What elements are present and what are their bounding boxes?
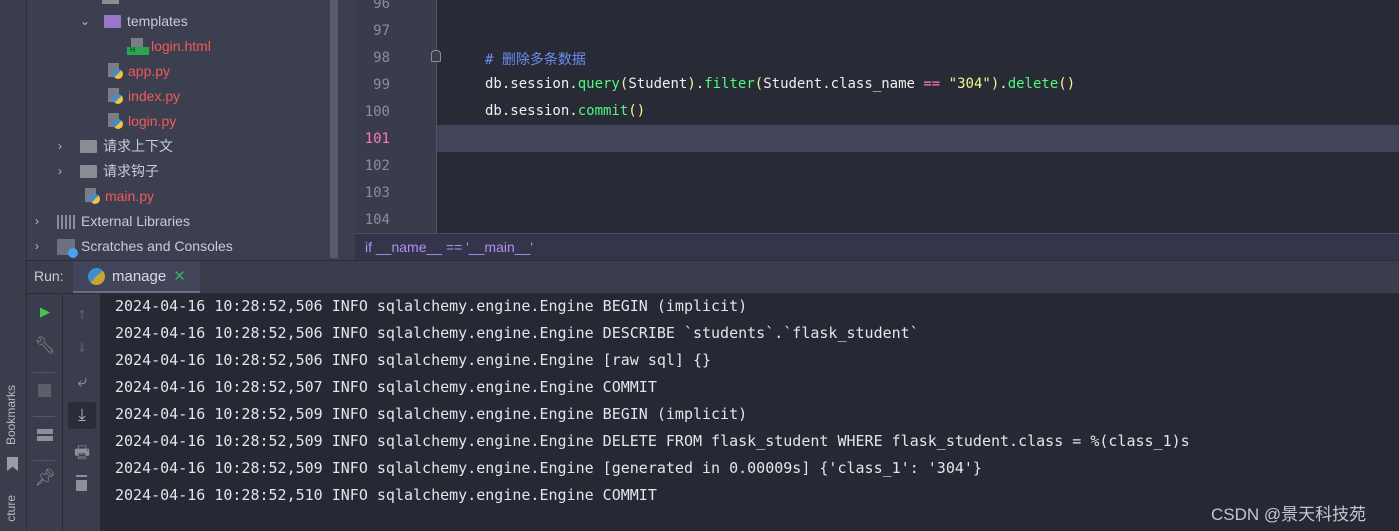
tree-item-scratches[interactable]: › Scratches and Consoles — [35, 234, 233, 259]
folder-icon — [80, 140, 97, 153]
line-gutter: 96 97 98 99 100 101 102 103 104 — [355, 0, 441, 233]
wrench-icon[interactable]: 🔧︎ — [30, 336, 60, 356]
current-line-highlight — [355, 125, 1399, 152]
breadcrumb[interactable]: if __name__ == '__main__' — [355, 233, 1399, 260]
html-file-icon — [127, 38, 149, 55]
python-file-icon — [106, 113, 123, 130]
code-comment: # 删除多条数据 — [485, 52, 586, 68]
python-file-icon — [106, 88, 123, 105]
rerun-play-icon[interactable]: ▶ — [30, 302, 60, 322]
scratches-clock-icon — [57, 238, 78, 258]
console-line: 2024-04-16 10:28:52,509 INFO sqlalchemy.… — [115, 405, 748, 423]
bookmark-icon — [7, 457, 18, 471]
console-toolbar: ↑ ↓ ⤶ ⤓ 🖶︎ — [63, 294, 100, 531]
folder-icon — [80, 165, 97, 178]
stop-icon[interactable] — [38, 384, 51, 397]
console-line: 2024-04-16 10:28:52,509 INFO sqlalchemy.… — [115, 459, 982, 477]
arrow-down-icon[interactable]: ↓ — [67, 337, 97, 357]
folder-icon — [104, 15, 121, 28]
close-icon[interactable]: ✕ — [173, 267, 186, 285]
libraries-icon — [57, 214, 75, 229]
watermark: CSDN @景天科技苑 — [1211, 505, 1367, 524]
fold-icon[interactable] — [431, 50, 441, 62]
left-tool-strip: Bookmarks cture — [0, 0, 27, 531]
scroll-to-end-button[interactable]: ⤓ — [68, 402, 96, 429]
console-line: 2024-04-16 10:28:52,510 INFO sqlalchemy.… — [115, 486, 657, 504]
console-line: 2024-04-16 10:28:52,506 INFO sqlalchemy.… — [115, 297, 748, 315]
chevron-right-icon[interactable]: › — [35, 234, 49, 259]
tree-item-templates[interactable]: ⌄ templates — [80, 9, 188, 34]
python-file-icon — [83, 188, 100, 205]
pin-icon[interactable]: 📌︎ — [30, 468, 60, 488]
print-icon[interactable]: 🖶︎ — [67, 440, 97, 469]
tree-scrollbar[interactable] — [330, 0, 338, 258]
tree-item-index-py[interactable]: index.py — [106, 84, 180, 109]
console-line: 2024-04-16 10:28:52,506 INFO sqlalchemy.… — [115, 351, 712, 369]
python-icon — [88, 267, 105, 285]
code-line-99: db.session.query(Student).filter(Student… — [485, 76, 1076, 92]
arrow-up-icon[interactable]: ↑ — [67, 304, 97, 324]
project-tree: ⌄templates login.html app.py index.py lo… — [27, 0, 355, 260]
console-line: 2024-04-16 10:28:52,507 INFO sqlalchemy.… — [115, 378, 657, 396]
chevron-down-icon[interactable]: ⌄ — [80, 9, 94, 34]
console-line: 2024-04-16 10:28:52,509 INFO sqlalchemy.… — [115, 432, 1190, 450]
tree-item-login-py[interactable]: login.py — [106, 109, 176, 134]
chevron-right-icon[interactable]: › — [35, 209, 49, 234]
console-line: 2024-04-16 10:28:52,506 INFO sqlalchemy.… — [115, 324, 919, 342]
soft-wrap-icon[interactable]: ⤶ — [67, 372, 97, 392]
code-line-100: db.session.commit() — [485, 103, 646, 119]
scroll-to-end-icon: ⤓ — [78, 405, 86, 425]
layout-icon[interactable] — [37, 429, 53, 441]
chevron-right-icon[interactable]: › — [58, 134, 72, 159]
tree-item-app-py[interactable]: app.py — [106, 59, 170, 84]
tree-item-request-context[interactable]: › 请求上下文 — [58, 134, 173, 159]
structure-tab[interactable]: cture — [4, 495, 18, 522]
run-label: Run: — [34, 268, 64, 284]
trash-icon[interactable] — [76, 477, 87, 491]
run-tool-window-header — [27, 260, 1399, 294]
tree-item-main-py[interactable]: main.py — [83, 184, 154, 209]
bookmarks-tab[interactable]: Bookmarks — [4, 385, 18, 445]
python-file-icon — [106, 63, 123, 80]
run-toolbar: ▶ 🔧︎ 📌︎ — [27, 294, 63, 531]
tree-item-login-html[interactable]: login.html — [127, 34, 211, 59]
chevron-right-icon[interactable]: › — [58, 159, 72, 184]
tree-item-external-libraries[interactable]: › External Libraries — [35, 209, 190, 234]
tree-item-request-hooks[interactable]: › 请求钩子 — [58, 159, 159, 184]
tab-manage[interactable]: manage ✕ — [73, 261, 200, 293]
